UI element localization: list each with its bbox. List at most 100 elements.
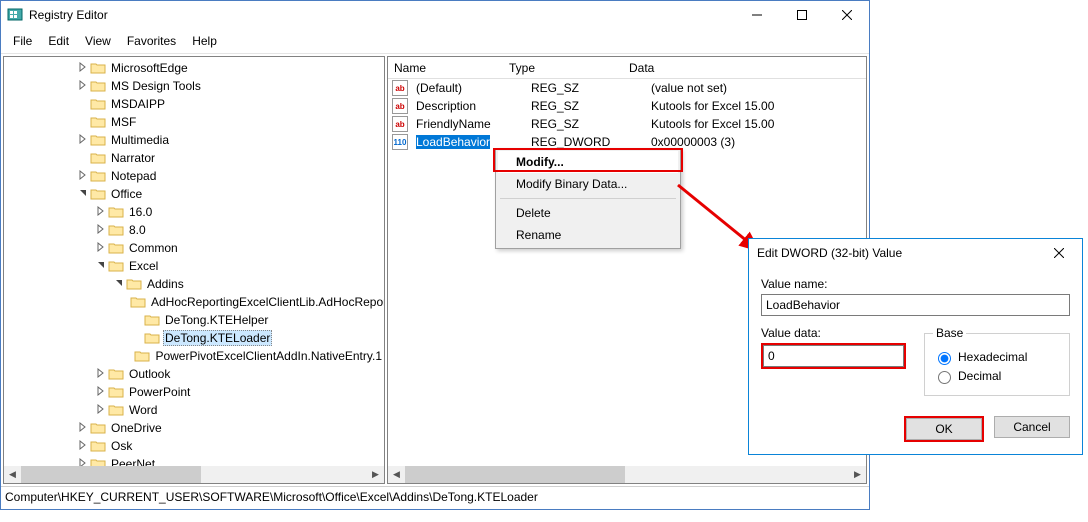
tree-expander[interactable] <box>94 206 108 219</box>
col-header-type[interactable]: Type <box>503 58 623 78</box>
value-icon: ab <box>392 80 408 96</box>
dialog-close-button[interactable] <box>1044 239 1074 267</box>
ctx-modify[interactable]: Modify... <box>498 151 678 173</box>
value-data: (value not set) <box>645 81 866 95</box>
tree-item[interactable]: Multimedia <box>4 131 384 149</box>
tree-expander[interactable] <box>76 134 90 147</box>
tree-label: 8.0 <box>127 223 148 237</box>
tree-label: Narrator <box>109 151 157 165</box>
scroll-thumb[interactable] <box>21 466 201 483</box>
tree-item[interactable]: Common <box>4 239 384 257</box>
tree-label: Osk <box>109 439 134 453</box>
tree-expander[interactable] <box>94 260 108 273</box>
ctx-modify-binary[interactable]: Modify Binary Data... <box>498 173 678 195</box>
value-name-input[interactable] <box>761 294 1070 316</box>
edit-dword-dialog: Edit DWORD (32-bit) Value Value name: Va… <box>748 238 1083 455</box>
value-data: Kutools for Excel 15.00 <box>645 117 866 131</box>
tree-item[interactable]: Word <box>4 401 384 419</box>
tree-item[interactable]: MS Design Tools <box>4 77 384 95</box>
base-legend: Base <box>933 326 966 340</box>
tree-item[interactable]: 16.0 <box>4 203 384 221</box>
tree-item[interactable]: MicrosoftEdge <box>4 59 384 77</box>
tree-expander[interactable] <box>112 278 126 291</box>
tree-item[interactable]: Addins <box>4 275 384 293</box>
value-icon: ab <box>392 116 408 132</box>
tree-expander[interactable] <box>76 80 90 93</box>
value-data-input[interactable] <box>763 345 904 367</box>
tree-expander[interactable] <box>76 188 90 201</box>
col-header-data[interactable]: Data <box>623 58 866 78</box>
tree-item[interactable]: Narrator <box>4 149 384 167</box>
tree-item[interactable]: Osk <box>4 437 384 455</box>
tree-expander[interactable] <box>94 386 108 399</box>
radio-dec[interactable] <box>938 371 951 384</box>
tree-expander[interactable] <box>94 368 108 381</box>
tree-hscrollbar[interactable]: ◀ ▶ <box>4 466 384 483</box>
tree-label: PowerPoint <box>127 385 192 399</box>
dialog-titlebar[interactable]: Edit DWORD (32-bit) Value <box>749 239 1082 267</box>
tree-item[interactable]: PowerPivotExcelClientAddIn.NativeEntry.1 <box>4 347 384 365</box>
tree-item[interactable]: OneDrive <box>4 419 384 437</box>
value-type: REG_DWORD <box>525 135 645 149</box>
tree-item[interactable]: PowerPoint <box>4 383 384 401</box>
value-icon: ab <box>392 98 408 114</box>
radio-hex[interactable] <box>938 352 951 365</box>
value-name-label: Value name: <box>761 277 1070 291</box>
tree-label: MS Design Tools <box>109 79 203 93</box>
tree-expander[interactable] <box>76 440 90 453</box>
value-type: REG_SZ <box>525 117 645 131</box>
value-icon: 110 <box>392 134 408 150</box>
scroll-thumb[interactable] <box>405 466 625 483</box>
tree-label: Addins <box>145 277 186 291</box>
scroll-right-icon[interactable]: ▶ <box>849 466 866 483</box>
menu-edit[interactable]: Edit <box>40 31 77 51</box>
tree-item[interactable]: DeTong.KTEHelper <box>4 311 384 329</box>
tree-item[interactable]: AdHocReportingExcelClientLib.AdHocReport… <box>4 293 384 311</box>
tree-label: Notepad <box>109 169 158 183</box>
tree-item[interactable]: MSF <box>4 113 384 131</box>
ctx-delete[interactable]: Delete <box>498 202 678 224</box>
minimize-button[interactable] <box>734 1 779 29</box>
context-menu: Modify... Modify Binary Data... Delete R… <box>495 148 681 249</box>
tree-expander[interactable] <box>76 62 90 75</box>
tree-item[interactable]: Outlook <box>4 365 384 383</box>
close-button[interactable] <box>824 1 869 29</box>
menu-file[interactable]: File <box>5 31 40 51</box>
dialog-title: Edit DWORD (32-bit) Value <box>757 246 1044 260</box>
tree-item[interactable]: Notepad <box>4 167 384 185</box>
tree-expander[interactable] <box>76 422 90 435</box>
scroll-left-icon[interactable]: ◀ <box>388 466 405 483</box>
maximize-button[interactable] <box>779 1 824 29</box>
scroll-left-icon[interactable]: ◀ <box>4 466 21 483</box>
tree-item[interactable]: Excel <box>4 257 384 275</box>
list-row[interactable]: abFriendlyNameREG_SZKutools for Excel 15… <box>388 115 866 133</box>
tree-label: DeTong.KTEHelper <box>163 313 270 327</box>
list-row[interactable]: ab(Default)REG_SZ(value not set) <box>388 79 866 97</box>
cancel-button[interactable]: Cancel <box>994 416 1070 438</box>
col-header-name[interactable]: Name <box>388 58 503 78</box>
menu-favorites[interactable]: Favorites <box>119 31 184 51</box>
ctx-rename[interactable]: Rename <box>498 224 678 246</box>
statusbar: Computer\HKEY_CURRENT_USER\SOFTWARE\Micr… <box>1 486 869 506</box>
tree-label: Outlook <box>127 367 172 381</box>
tree-item[interactable]: 8.0 <box>4 221 384 239</box>
tree-expander[interactable] <box>76 170 90 183</box>
tree-item[interactable]: DeTong.KTELoader <box>4 329 384 347</box>
window-title: Registry Editor <box>29 8 734 22</box>
tree-item[interactable]: Office <box>4 185 384 203</box>
tree-pane[interactable]: MicrosoftEdge MS Design Tools MSDAIPPMSF Mu… <box>3 56 385 484</box>
tree-item[interactable]: MSDAIPP <box>4 95 384 113</box>
titlebar[interactable]: Registry Editor <box>1 1 869 29</box>
scroll-right-icon[interactable]: ▶ <box>367 466 384 483</box>
value-name: Description <box>416 99 476 113</box>
menu-view[interactable]: View <box>77 31 119 51</box>
menu-help[interactable]: Help <box>184 31 225 51</box>
list-row[interactable]: abDescriptionREG_SZKutools for Excel 15.… <box>388 97 866 115</box>
list-hscrollbar[interactable]: ◀ ▶ <box>388 466 866 483</box>
tree-label: Multimedia <box>109 133 171 147</box>
value-name: (Default) <box>416 81 462 95</box>
ok-button[interactable]: OK <box>906 418 982 440</box>
tree-expander[interactable] <box>94 242 108 255</box>
tree-expander[interactable] <box>94 224 108 237</box>
tree-expander[interactable] <box>94 404 108 417</box>
